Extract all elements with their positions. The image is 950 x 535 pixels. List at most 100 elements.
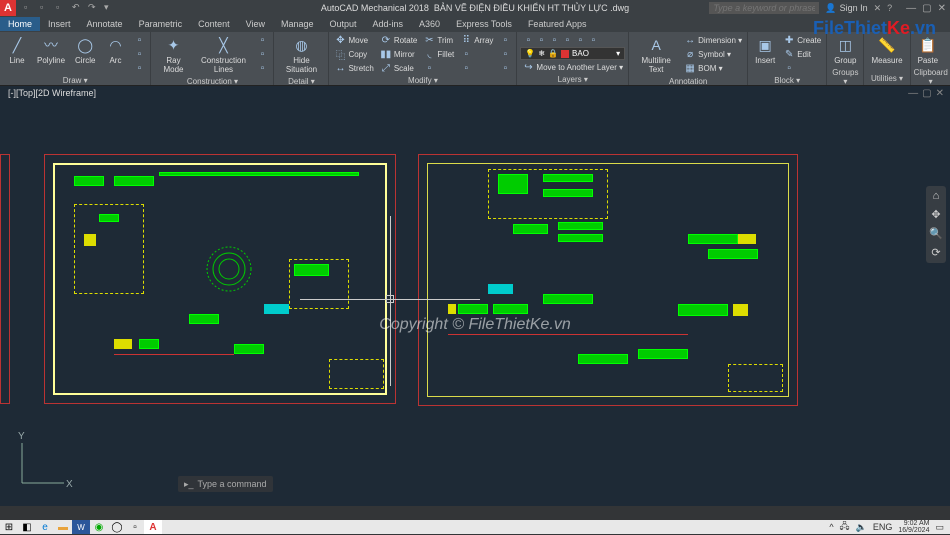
qat-new-icon[interactable]: ▫ bbox=[24, 2, 36, 14]
draw-extra-2[interactable]: ▫ bbox=[131, 47, 147, 61]
constr-extra-2[interactable]: ▫ bbox=[254, 47, 270, 61]
insert-button[interactable]: ▣Insert bbox=[751, 33, 779, 67]
vp-max-icon[interactable]: ▢ bbox=[922, 88, 931, 99]
modify-extra-3[interactable]: ▫ bbox=[458, 61, 495, 75]
sign-in-button[interactable]: 👤 Sign In bbox=[825, 3, 867, 14]
hide-situation-button[interactable]: ◍Hide Situation bbox=[277, 33, 325, 76]
polyline-button[interactable]: 〰Polyline bbox=[33, 33, 69, 67]
navbar-zoom-icon[interactable]: 🔍 bbox=[929, 227, 943, 240]
modify-extra-5[interactable]: ▫ bbox=[497, 47, 513, 61]
symbol-button[interactable]: ⌀Symbol ▾ bbox=[682, 47, 744, 61]
layer-swatch-4[interactable]: ▫ bbox=[561, 34, 573, 46]
help-search-input[interactable] bbox=[709, 2, 819, 14]
maximize-button[interactable]: ▢ bbox=[922, 3, 931, 14]
qat-redo-icon[interactable]: ↷ bbox=[88, 2, 100, 14]
tray-lang[interactable]: ENG bbox=[873, 522, 893, 532]
panel-title-block[interactable]: Block ▾ bbox=[751, 75, 823, 86]
tab-express[interactable]: Express Tools bbox=[448, 17, 520, 31]
block-edit-button[interactable]: ✎Edit bbox=[781, 47, 823, 61]
taskbar-word-icon[interactable]: W bbox=[72, 520, 90, 534]
modify-extra-1[interactable]: ▫ bbox=[421, 61, 456, 75]
layer-swatch-3[interactable]: ▫ bbox=[548, 34, 560, 46]
app-logo[interactable]: A bbox=[0, 0, 16, 16]
vp-min-icon[interactable]: — bbox=[908, 88, 918, 99]
drawing-canvas[interactable]: [-][Top][2D Wireframe] — ▢ ✕ bbox=[0, 86, 950, 506]
tab-content[interactable]: Content bbox=[190, 17, 238, 31]
ray-mode-button[interactable]: ✦Ray Mode bbox=[154, 33, 192, 76]
copy-button[interactable]: ⿻Copy bbox=[332, 47, 375, 61]
navbar-home-icon[interactable]: ⌂ bbox=[933, 190, 940, 202]
layer-swatch-2[interactable]: ▫ bbox=[535, 34, 547, 46]
modify-extra-4[interactable]: ▫ bbox=[497, 33, 513, 47]
qat-undo-icon[interactable]: ↶ bbox=[72, 2, 84, 14]
panel-title-clipboard[interactable]: Clipboard ▾ bbox=[914, 67, 948, 87]
block-extra[interactable]: ▫ bbox=[781, 61, 823, 75]
draw-extra-3[interactable]: ▫ bbox=[131, 61, 147, 75]
panel-title-utilities[interactable]: Utilities ▾ bbox=[867, 73, 906, 84]
panel-title-modify[interactable]: Modify ▾ bbox=[332, 75, 513, 86]
tray-clock[interactable]: 9:02 AM 16/9/2024 bbox=[898, 520, 929, 534]
qat-save-icon[interactable]: ▫ bbox=[56, 2, 68, 14]
tray-network-icon[interactable]: 🖧 bbox=[840, 519, 850, 535]
tray-up-icon[interactable]: ^ bbox=[829, 522, 833, 532]
navbar-pan-icon[interactable]: ✥ bbox=[931, 208, 940, 221]
qat-open-icon[interactable]: ▫ bbox=[40, 2, 52, 14]
help-icon[interactable]: ? bbox=[887, 3, 892, 13]
stretch-button[interactable]: ↔Stretch bbox=[332, 61, 375, 75]
layer-swatch-5[interactable]: ▫ bbox=[574, 34, 586, 46]
taskview-button[interactable]: ◧ bbox=[18, 520, 36, 534]
constr-extra-1[interactable]: ▫ bbox=[254, 33, 270, 47]
dimension-button[interactable]: ↔Dimension ▾ bbox=[682, 33, 744, 47]
qat-more-icon[interactable]: ▾ bbox=[104, 2, 116, 14]
bom-button[interactable]: ▦BOM ▾ bbox=[682, 61, 744, 75]
array-button[interactable]: ⠿Array bbox=[458, 33, 495, 47]
layer-swatch-1[interactable]: ▫ bbox=[522, 34, 534, 46]
line-button[interactable]: ╱Line bbox=[3, 33, 31, 67]
command-line[interactable]: ▸_ Type a command bbox=[178, 476, 273, 492]
vp-close-icon[interactable]: ✕ bbox=[936, 88, 944, 99]
rotate-button[interactable]: ⟳Rotate bbox=[378, 33, 420, 47]
taskbar-chrome-icon[interactable]: ◯ bbox=[108, 520, 126, 534]
circle-button[interactable]: ◯Circle bbox=[71, 33, 99, 67]
multiline-text-button[interactable]: AMultiline Text bbox=[632, 33, 680, 76]
tray-notifications-icon[interactable]: ▭ bbox=[935, 522, 944, 533]
ucs-icon[interactable]: Y X bbox=[14, 431, 74, 496]
taskbar-app2-icon[interactable]: ▫ bbox=[126, 520, 144, 534]
modify-extra-2[interactable]: ▫ bbox=[458, 47, 495, 61]
mirror-button[interactable]: ▮▮Mirror bbox=[378, 47, 420, 61]
tab-manage[interactable]: Manage bbox=[273, 17, 322, 31]
taskbar-explorer-icon[interactable]: ▬ bbox=[54, 520, 72, 534]
panel-title-draw[interactable]: Draw ▾ bbox=[3, 75, 147, 86]
trim-button[interactable]: ✂Trim bbox=[421, 33, 456, 47]
modify-extra-6[interactable]: ▫ bbox=[497, 61, 513, 75]
tab-addins[interactable]: Add-ins bbox=[365, 17, 412, 31]
construction-lines-button[interactable]: ╳Construction Lines bbox=[194, 33, 252, 76]
tab-view[interactable]: View bbox=[238, 17, 273, 31]
layer-dropdown[interactable]: 💡❄🔒BAO▾ bbox=[520, 47, 625, 60]
fillet-button[interactable]: ◟Fillet bbox=[421, 47, 456, 61]
tab-insert[interactable]: Insert bbox=[40, 17, 79, 31]
tab-annotate[interactable]: Annotate bbox=[79, 17, 131, 31]
arc-button[interactable]: ◠Arc bbox=[101, 33, 129, 67]
constr-extra-3[interactable]: ▫ bbox=[254, 61, 270, 75]
start-button[interactable]: ⊞ bbox=[0, 520, 18, 534]
move-button[interactable]: ✥Move bbox=[332, 33, 375, 47]
panel-title-layers[interactable]: Layers ▾ bbox=[520, 74, 625, 85]
exchange-icon[interactable]: ✕ bbox=[874, 3, 882, 14]
scale-button[interactable]: ⤢Scale bbox=[378, 61, 420, 75]
tab-a360[interactable]: A360 bbox=[411, 17, 448, 31]
tab-featured[interactable]: Featured Apps bbox=[520, 17, 595, 31]
draw-extra-1[interactable]: ▫ bbox=[131, 33, 147, 47]
taskbar-edge-icon[interactable]: e bbox=[36, 520, 54, 534]
taskbar-autocad-icon[interactable]: A bbox=[144, 520, 162, 534]
tab-home[interactable]: Home bbox=[0, 17, 40, 31]
tab-output[interactable]: Output bbox=[322, 17, 365, 31]
minimize-button[interactable]: — bbox=[906, 3, 916, 14]
navbar-orbit-icon[interactable]: ⟳ bbox=[931, 246, 940, 259]
panel-title-groups[interactable]: Groups ▾ bbox=[830, 67, 860, 87]
close-button[interactable]: ✕ bbox=[938, 3, 946, 14]
taskbar-app-icon[interactable]: ◉ bbox=[90, 520, 108, 534]
viewport-label[interactable]: [-][Top][2D Wireframe] bbox=[8, 88, 96, 98]
layer-swatch-6[interactable]: ▫ bbox=[587, 34, 599, 46]
move-to-layer-button[interactable]: ↪Move to Another Layer ▾ bbox=[520, 60, 625, 74]
